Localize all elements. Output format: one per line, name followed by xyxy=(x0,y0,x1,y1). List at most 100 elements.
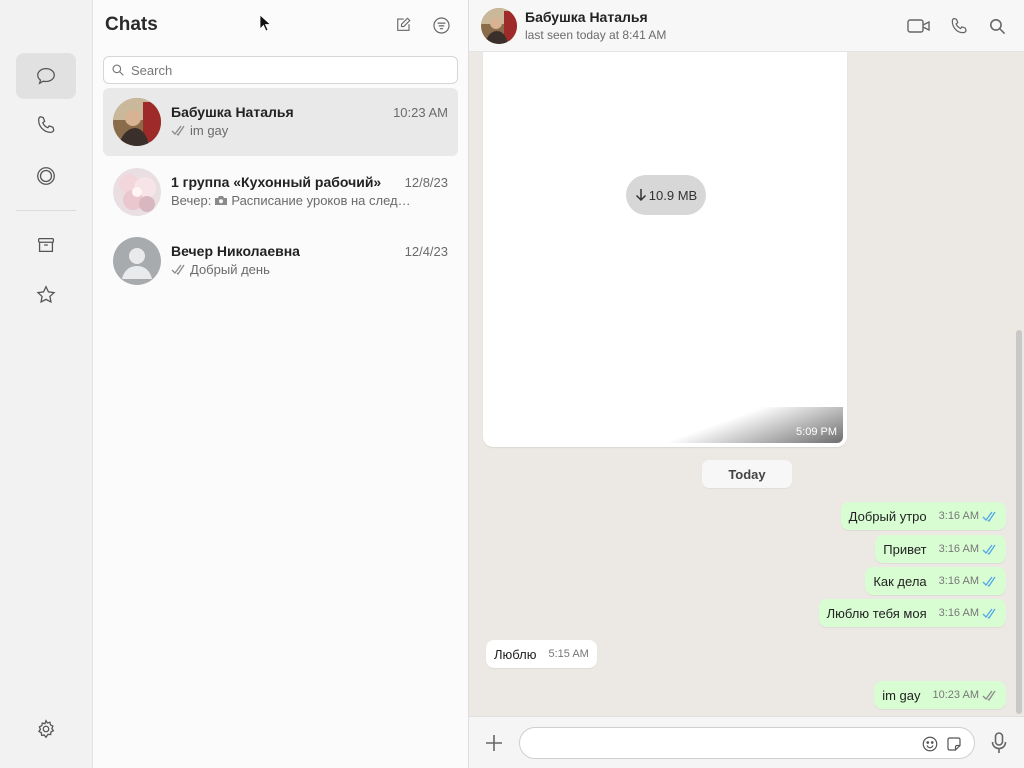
conversation-header[interactable]: Бабушка Наталья last seen today at 8:41 … xyxy=(469,0,1024,52)
message-bubble[interactable]: Как дела 3:16 AM xyxy=(865,567,1006,595)
message-bubble[interactable]: Люблю 5:15 AM xyxy=(486,640,597,668)
search-icon xyxy=(989,18,1005,34)
message-meta: 3:16 AM xyxy=(939,510,998,522)
nav-status-button[interactable] xyxy=(16,153,76,199)
message-meta: 5:15 AM xyxy=(548,648,588,660)
plus-icon xyxy=(486,735,502,751)
message-time: 3:16 AM xyxy=(938,510,979,522)
message-input-box xyxy=(519,727,975,759)
double-check-icon xyxy=(982,690,996,701)
message-time: 5:15 AM xyxy=(548,648,589,660)
message-text: im gay xyxy=(882,687,921,703)
message-bubble[interactable]: Привет 3:16 AM xyxy=(875,535,1006,563)
double-check-icon xyxy=(171,264,185,275)
mouse-cursor-icon xyxy=(259,14,271,32)
chat-list-panel: Chats Бабушка Наталья 10:23 AM im gay xyxy=(93,0,469,768)
chat-row-group[interactable]: 1 группа «Кухонный рабочий» 12/8/23 Вече… xyxy=(103,158,458,226)
chat-row-babushka[interactable]: Бабушка Наталья 10:23 AM im gay xyxy=(103,88,458,156)
day-divider: Today xyxy=(702,460,792,488)
camera-icon xyxy=(215,196,228,205)
message-text: Как дела xyxy=(873,573,927,589)
chat-name: Бабушка Наталья xyxy=(171,104,294,120)
chats-title: Chats xyxy=(105,14,158,35)
message-time: 3:16 AM xyxy=(938,575,979,587)
read-double-check-icon xyxy=(982,511,996,522)
media-message[interactable]: 10.9 MB 5:09 PM xyxy=(483,52,847,447)
gear-icon xyxy=(38,719,55,739)
nav-chats-button[interactable] xyxy=(16,53,76,99)
star-icon xyxy=(36,285,56,304)
message-text: Привет xyxy=(883,541,927,557)
voice-message-button[interactable] xyxy=(988,731,1010,755)
message-bubble[interactable]: Люблю тебя моя 3:16 AM xyxy=(818,599,1006,627)
nav-archived-button[interactable] xyxy=(16,222,76,268)
message-input[interactable] xyxy=(532,734,912,754)
message-text: Люблю xyxy=(494,646,537,662)
archive-icon xyxy=(38,237,54,253)
chat-preview-text: Расписание уроков на след… xyxy=(231,193,411,208)
contact-name: Бабушка Наталья xyxy=(525,9,648,25)
message-meta: 10:23 AM xyxy=(933,689,998,701)
attach-button[interactable] xyxy=(483,732,505,754)
search-input[interactable] xyxy=(131,60,451,80)
chat-preview: Добрый день xyxy=(171,262,441,277)
filter-button[interactable] xyxy=(430,14,452,36)
search-box xyxy=(103,56,458,84)
double-check-icon xyxy=(171,125,185,136)
chat-preview: im gay xyxy=(171,123,441,138)
read-double-check-icon xyxy=(982,608,996,619)
sticker-button[interactable] xyxy=(944,734,964,754)
message-text: Люблю тебя моя xyxy=(826,605,927,621)
status-ring-icon xyxy=(37,167,55,185)
chat-time: 12/4/23 xyxy=(404,244,448,259)
sticker-icon xyxy=(947,737,961,751)
voice-call-button[interactable] xyxy=(947,15,971,37)
chat-bubble-icon xyxy=(37,68,55,85)
video-camera-icon xyxy=(907,19,930,33)
emoji-button[interactable] xyxy=(920,734,940,754)
nav-calls-button[interactable] xyxy=(16,102,76,148)
last-seen-status: last seen today at 8:41 AM xyxy=(525,28,667,42)
download-button[interactable]: 10.9 MB xyxy=(626,175,706,215)
phone-icon xyxy=(951,17,967,34)
message-scrollbar[interactable] xyxy=(1016,330,1022,714)
chat-name: 1 группа «Кухонный рабочий» xyxy=(171,174,382,190)
message-meta: 3:16 AM xyxy=(939,543,998,555)
video-call-button[interactable] xyxy=(907,15,931,37)
chat-preview-text: im gay xyxy=(190,123,229,138)
message-text: Добрый утро xyxy=(848,508,927,524)
microphone-icon xyxy=(991,732,1007,753)
media-size: 10.9 MB xyxy=(648,187,698,203)
message-meta: 3:16 AM xyxy=(939,607,998,619)
compose-icon xyxy=(397,17,411,31)
nav-starred-button[interactable] xyxy=(16,272,76,318)
chat-time: 10:23 AM xyxy=(393,105,448,120)
avatar xyxy=(113,237,161,285)
chat-preview: Вечер: Расписание уроков на след… xyxy=(171,193,441,208)
avatar xyxy=(113,98,161,146)
avatar[interactable] xyxy=(481,8,517,44)
read-double-check-icon xyxy=(982,544,996,555)
chat-preview-text: Добрый день xyxy=(190,262,270,277)
message-bubble[interactable]: im gay 10:23 AM xyxy=(874,681,1006,709)
smiley-icon xyxy=(922,736,938,752)
message-meta: 3:16 AM xyxy=(939,575,998,587)
avatar xyxy=(113,168,161,216)
rail-divider xyxy=(16,210,76,211)
search-chat-button[interactable] xyxy=(985,15,1009,37)
nav-settings-button[interactable] xyxy=(16,706,76,752)
download-arrow-icon xyxy=(635,189,646,202)
message-time: 10:23 AM xyxy=(932,689,979,701)
new-chat-button[interactable] xyxy=(392,14,414,36)
composer-bar xyxy=(469,716,1024,768)
default-avatar-icon xyxy=(113,237,161,285)
chat-row-vecher[interactable]: Вечер Николаевна 12/4/23 Добрый день xyxy=(103,227,458,295)
nav-rail xyxy=(0,0,93,768)
message-bubble[interactable]: Добрый утро 3:16 AM xyxy=(840,502,1006,530)
message-time: 3:16 AM xyxy=(938,543,979,555)
read-double-check-icon xyxy=(982,576,996,587)
chat-time: 12/8/23 xyxy=(404,175,448,190)
preview-sender: Вечер: xyxy=(171,193,212,208)
media-time: 5:09 PM xyxy=(796,426,837,438)
search-icon xyxy=(112,64,124,76)
